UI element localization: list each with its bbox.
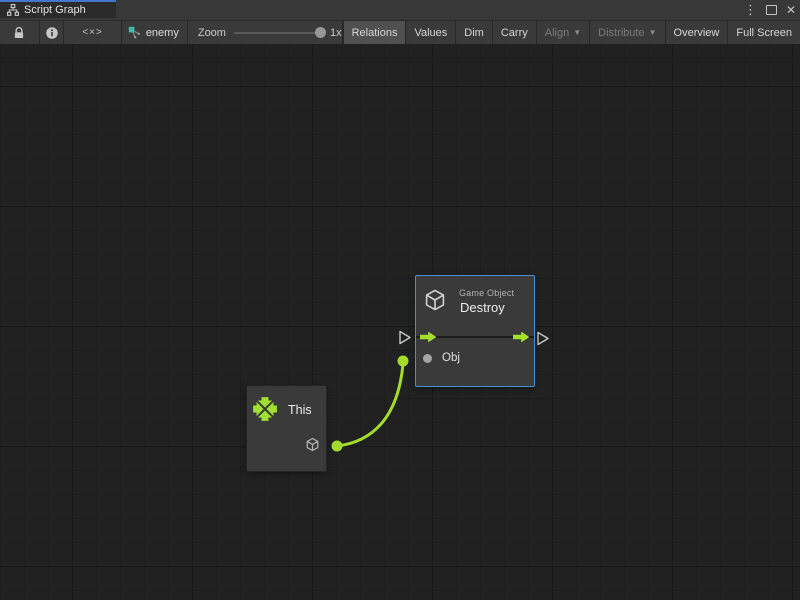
tab-title: Script Graph — [24, 4, 86, 16]
node-destroy[interactable]: Game Object Destroy Obj — [415, 275, 535, 387]
titlebar: Script Graph ⋮ ✕ — [0, 0, 800, 20]
relations-button[interactable]: Relations — [343, 21, 406, 44]
align-dropdown[interactable]: Align ▼ — [536, 21, 589, 44]
align-label: Align — [545, 27, 569, 39]
zoom-control: Zoom 1x — [188, 21, 343, 44]
maximize-button[interactable] — [766, 5, 777, 15]
code-preview-toggle[interactable]: <×> — [64, 21, 121, 44]
graph-name-label: enemy — [146, 27, 179, 39]
obj-input-port[interactable] — [423, 354, 432, 363]
flow-output-arrow-icon[interactable] — [513, 331, 530, 343]
distribute-label: Distribute — [598, 27, 644, 39]
graph-breadcrumb[interactable]: enemy — [122, 21, 188, 44]
lock-button[interactable] — [0, 21, 40, 44]
node-this[interactable]: This — [246, 385, 327, 472]
window-menu-button[interactable]: ⋮ — [744, 0, 757, 20]
connections-overlay — [0, 44, 800, 600]
node-title: This — [288, 403, 312, 417]
node-title: Destroy — [460, 300, 505, 315]
graph-tab-icon — [7, 4, 19, 16]
gameobject-output-port[interactable] — [305, 437, 320, 452]
close-button[interactable]: ✕ — [786, 0, 796, 20]
lock-icon — [12, 26, 26, 40]
unity-script-graph-window: { "titlebar": { "tab_title": "Script Gra… — [0, 0, 800, 600]
chevron-down-icon: ▼ — [573, 28, 581, 37]
control-input-port[interactable] — [400, 332, 410, 344]
values-button[interactable]: Values — [405, 21, 455, 44]
info-icon — [45, 26, 59, 40]
zoom-slider-handle[interactable] — [315, 27, 326, 38]
info-button[interactable] — [40, 21, 65, 44]
zoom-label: Zoom — [198, 27, 226, 39]
graph-canvas[interactable]: Game Object Destroy Obj This — [0, 44, 800, 600]
node-category: Game Object — [459, 288, 514, 298]
toolbar-buttons: Relations Values Dim Carry Align ▼ Distr… — [343, 21, 800, 44]
fullscreen-button[interactable]: Full Screen — [727, 21, 800, 44]
distribute-dropdown[interactable]: Distribute ▼ — [589, 21, 664, 44]
zoom-slider[interactable] — [234, 32, 322, 34]
flow-input-arrow-icon[interactable] — [420, 331, 437, 343]
dim-button[interactable]: Dim — [455, 21, 492, 44]
control-output-port[interactable] — [538, 333, 548, 345]
toolbar: <×> enemy Zoom 1x Relations Values Dim C… — [0, 20, 800, 44]
tab-script-graph[interactable]: Script Graph — [0, 0, 116, 18]
carry-button[interactable]: Carry — [492, 21, 536, 44]
obj-port-label: Obj — [442, 352, 460, 364]
gameobject-cube-icon — [423, 288, 447, 312]
zoom-value: 1x — [330, 27, 342, 39]
chevron-down-icon: ▼ — [649, 28, 657, 37]
connection-wire[interactable] — [337, 364, 403, 446]
overview-button[interactable]: Overview — [665, 21, 728, 44]
graph-asset-icon — [128, 26, 141, 39]
this-unit-icon — [252, 396, 278, 422]
